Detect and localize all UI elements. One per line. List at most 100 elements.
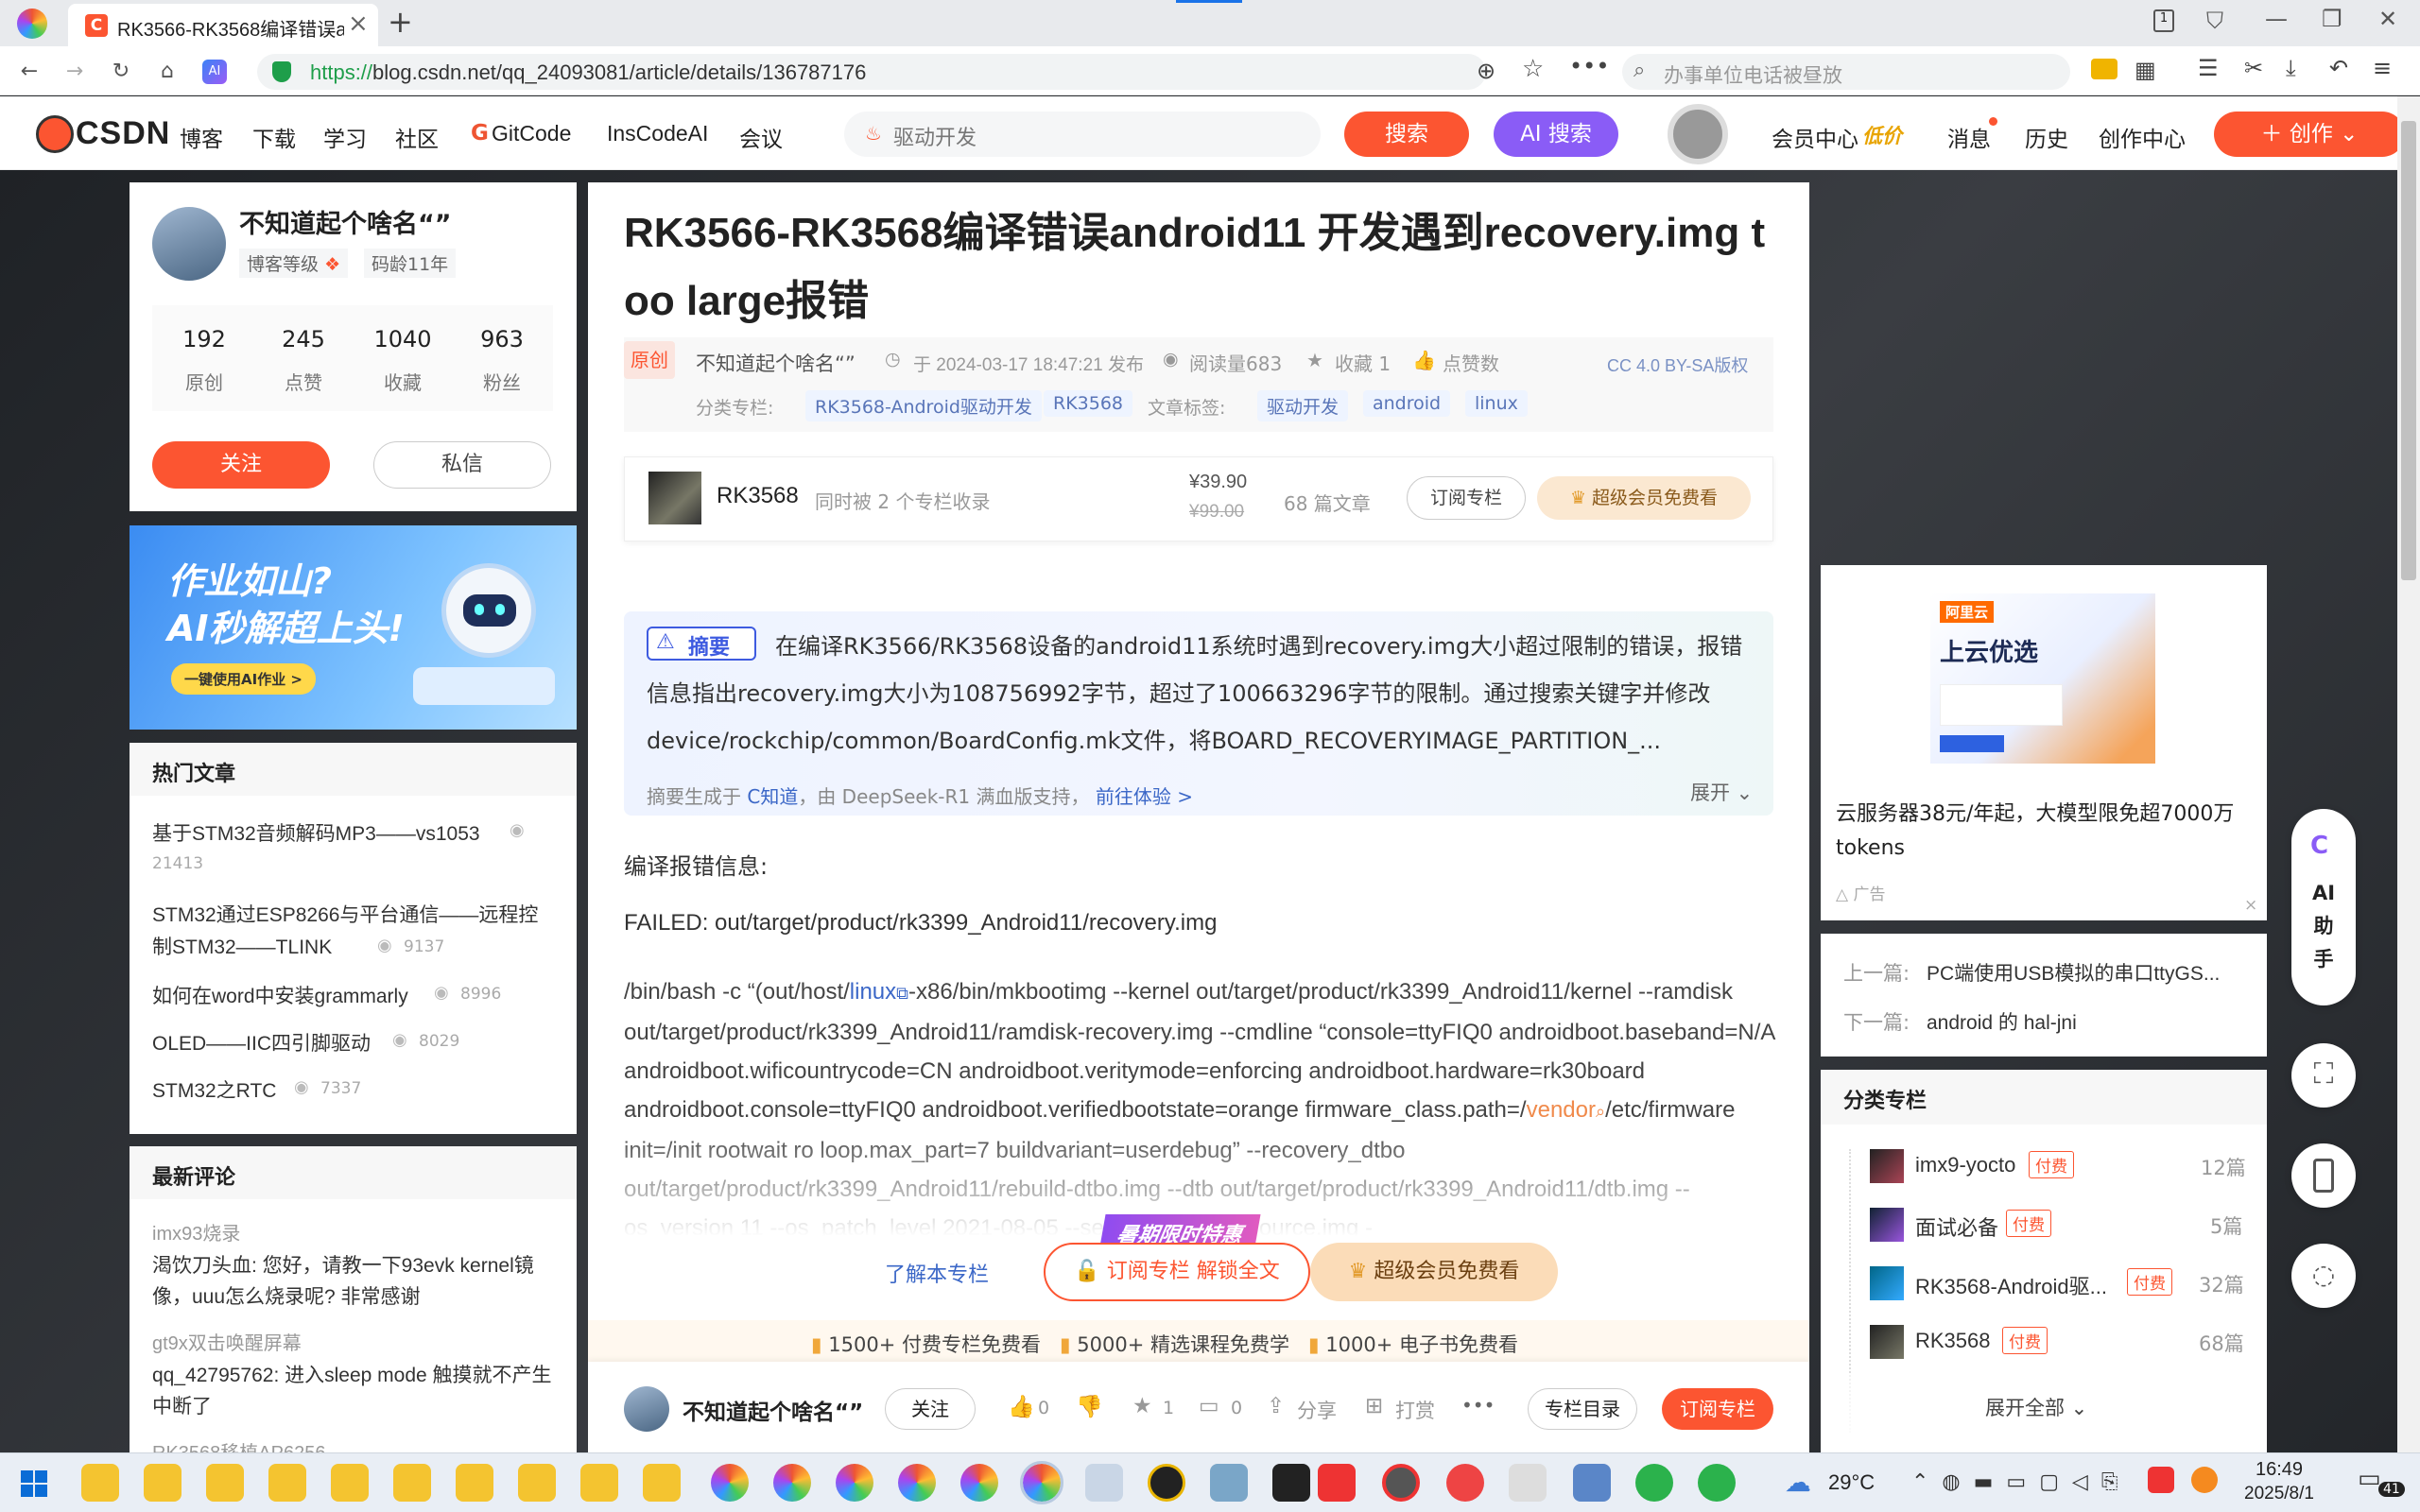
scissors-icon[interactable]: ✂: [2244, 55, 2263, 81]
download-icon[interactable]: ⤓: [2286, 55, 2296, 81]
home-icon[interactable]: ⌂: [151, 55, 183, 87]
wechat-icon[interactable]: [1635, 1464, 1673, 1502]
private-message-button[interactable]: 私信: [373, 441, 551, 489]
folder-icon[interactable]: [580, 1464, 618, 1502]
right-ad-card[interactable]: 阿里云 上云优选 云服务器38元/年起，大模型限免超7000万tokens △ …: [1821, 565, 2267, 920]
comment-text[interactable]: 渴饮刀头血: 您好，请教一下93evk kernel镜像，uuu怎么烧录呢? 非…: [152, 1250, 559, 1313]
category-tag[interactable]: RK3568: [1044, 390, 1133, 417]
author-name[interactable]: 不知道起个啥名“”: [239, 203, 452, 240]
column-name[interactable]: RK3568-Android驱...: [1915, 1270, 2107, 1300]
bookmark-star-icon[interactable]: ☆: [1522, 55, 1544, 83]
shirt-icon[interactable]: ⛉: [2206, 8, 2223, 34]
wps-icon[interactable]: [1318, 1464, 1356, 1502]
reward-icon[interactable]: ⊞: [1365, 1394, 1383, 1418]
system-tray-icons[interactable]: ⌃◍▬▭▢◁⎘: [1911, 1470, 2132, 1494]
nav-learn[interactable]: 学习: [323, 121, 367, 153]
maximize-button[interactable]: ❐: [2322, 6, 2342, 32]
share-label[interactable]: 分享: [1297, 1396, 1337, 1424]
right-ad-text[interactable]: 云服务器38元/年起，大模型限免超7000万tokens: [1836, 798, 2252, 866]
tab-count-icon[interactable]: 1: [2153, 9, 2174, 32]
notepad-icon[interactable]: [1210, 1464, 1248, 1502]
hot-article-title[interactable]: OLED——IIC四引脚驱动: [152, 1028, 371, 1057]
follow-button[interactable]: 关注: [152, 441, 330, 489]
csdn-search-input[interactable]: ♨ 驱动开发: [844, 112, 1321, 157]
new-tab-button[interactable]: +: [388, 4, 413, 40]
thumb-up-icon[interactable]: 👍: [1008, 1394, 1035, 1419]
tab-close-icon[interactable]: ×: [348, 9, 369, 38]
prev-article-link[interactable]: PC端使用USB模拟的串口ttyGS...: [1927, 958, 2220, 987]
star-icon[interactable]: ★: [1132, 1394, 1152, 1418]
folder-icon[interactable]: [144, 1464, 182, 1502]
fullscreen-icon[interactable]: ⛶: [2291, 1043, 2356, 1108]
hot-article-title[interactable]: 如何在word中安装grammarly: [152, 981, 408, 1009]
browser-taskbar-icon[interactable]: [773, 1464, 811, 1502]
apps-grid-icon[interactable]: ▦: [2135, 57, 2156, 83]
folder-icon[interactable]: [643, 1464, 681, 1502]
ue-editor-icon[interactable]: [1148, 1464, 1185, 1502]
url-field[interactable]: https://blog.csdn.net/qq_24093081/articl…: [257, 54, 1495, 90]
browser-taskbar-icon[interactable]: [711, 1464, 749, 1502]
nav-messages[interactable]: 消息: [1947, 121, 1991, 153]
folder-icon[interactable]: [331, 1464, 369, 1502]
article-tag[interactable]: android: [1363, 390, 1451, 417]
article-tag[interactable]: 驱动开发: [1257, 390, 1349, 421]
browser-taskbar-icon-active[interactable]: [1020, 1461, 1063, 1504]
bottom-author-name[interactable]: 不知道起个啥名“”: [683, 1394, 863, 1426]
minimize-button[interactable]: —: [2265, 6, 2288, 32]
folder-icon[interactable]: [518, 1464, 556, 1502]
clock-time[interactable]: 16:49: [2256, 1459, 2303, 1481]
more-options-icon[interactable]: •••: [1461, 1394, 1495, 1417]
comment-article[interactable]: imx93烧录: [152, 1218, 240, 1246]
column-included[interactable]: 同时被 2 个专栏收录: [815, 487, 990, 514]
paint-icon[interactable]: [1085, 1464, 1123, 1502]
feedback-chat-icon[interactable]: ◌: [2291, 1244, 2356, 1308]
browser-tab-active[interactable]: C RK3566-RK3568编译错误an ×: [68, 4, 378, 46]
weather-temp[interactable]: 29°C: [1828, 1470, 1875, 1495]
vendor-link[interactable]: vendor: [1527, 1097, 1596, 1123]
back-icon[interactable]: ←: [13, 55, 45, 87]
tools-icon[interactable]: [1509, 1464, 1547, 1502]
column-name[interactable]: imx9-yocto: [1915, 1153, 2015, 1177]
browser-search-input[interactable]: ⌕ 办事单位电话被昼放: [1622, 54, 2070, 90]
obs-icon[interactable]: [1382, 1464, 1420, 1502]
unlock-full-text-button[interactable]: 🔓 订阅专栏 解锁全文: [1044, 1243, 1310, 1301]
comment-article[interactable]: gt9x双击唤醒屏幕: [152, 1328, 302, 1355]
folder-icon[interactable]: [393, 1464, 431, 1502]
nav-meeting[interactable]: 会议: [739, 121, 783, 153]
more-dots-icon[interactable]: •••: [1569, 53, 1609, 79]
expand-summary-button[interactable]: 展开 ⌄: [1690, 778, 1753, 806]
favorites-list-icon[interactable]: ☰: [2198, 55, 2219, 81]
notification-icon[interactable]: ▭: [2358, 1465, 2381, 1493]
nav-gitcode[interactable]: GitCode: [492, 121, 571, 146]
create-button[interactable]: ＋ 创作 ⌄: [2214, 112, 2405, 157]
ai-search-button[interactable]: AI 搜索: [1494, 112, 1618, 157]
clock-date[interactable]: 2025/8/1: [2244, 1484, 2314, 1504]
star-icon[interactable]: ★: [1306, 349, 1323, 371]
folder-icon[interactable]: [2091, 59, 2118, 79]
subscribe-column-button[interactable]: 订阅专栏: [1407, 476, 1526, 520]
comment-text[interactable]: qq_42795762: 进入sleep mode 触摸就不产生中断了: [152, 1360, 559, 1422]
nav-blog[interactable]: 博客: [180, 121, 223, 153]
folder-icon[interactable]: [268, 1464, 306, 1502]
nav-inscodeai[interactable]: InsCodeAI: [607, 121, 708, 146]
folder-icon[interactable]: [81, 1464, 119, 1502]
thumb-up-icon[interactable]: 👍: [1412, 349, 1436, 371]
wechat-icon[interactable]: [1698, 1464, 1736, 1502]
linux-link[interactable]: linux: [850, 979, 896, 1005]
c-zhidao-link[interactable]: C知道: [747, 785, 798, 808]
vip-free-read-button[interactable]: ♛ 超级会员免费看: [1310, 1243, 1558, 1301]
license-link[interactable]: CC 4.0 BY-SA版权: [1607, 352, 1748, 377]
thumb-down-icon[interactable]: 👎: [1076, 1394, 1103, 1419]
folder-icon[interactable]: [456, 1464, 493, 1502]
bottom-author-avatar[interactable]: [624, 1386, 669, 1432]
menu-icon[interactable]: ≡: [2373, 55, 2392, 81]
windows-start-icon[interactable]: [21, 1470, 47, 1497]
author-avatar[interactable]: [152, 207, 226, 281]
browser-taskbar-icon[interactable]: [836, 1464, 873, 1502]
nav-history[interactable]: 历史: [2025, 121, 2068, 153]
nav-creator-center[interactable]: 创作中心: [2099, 121, 2186, 153]
user-avatar[interactable]: [1668, 104, 1728, 164]
stat-original-value[interactable]: 192: [157, 326, 251, 352]
browser-taskbar-icon[interactable]: [898, 1464, 936, 1502]
computer-icon[interactable]: [1573, 1464, 1611, 1502]
